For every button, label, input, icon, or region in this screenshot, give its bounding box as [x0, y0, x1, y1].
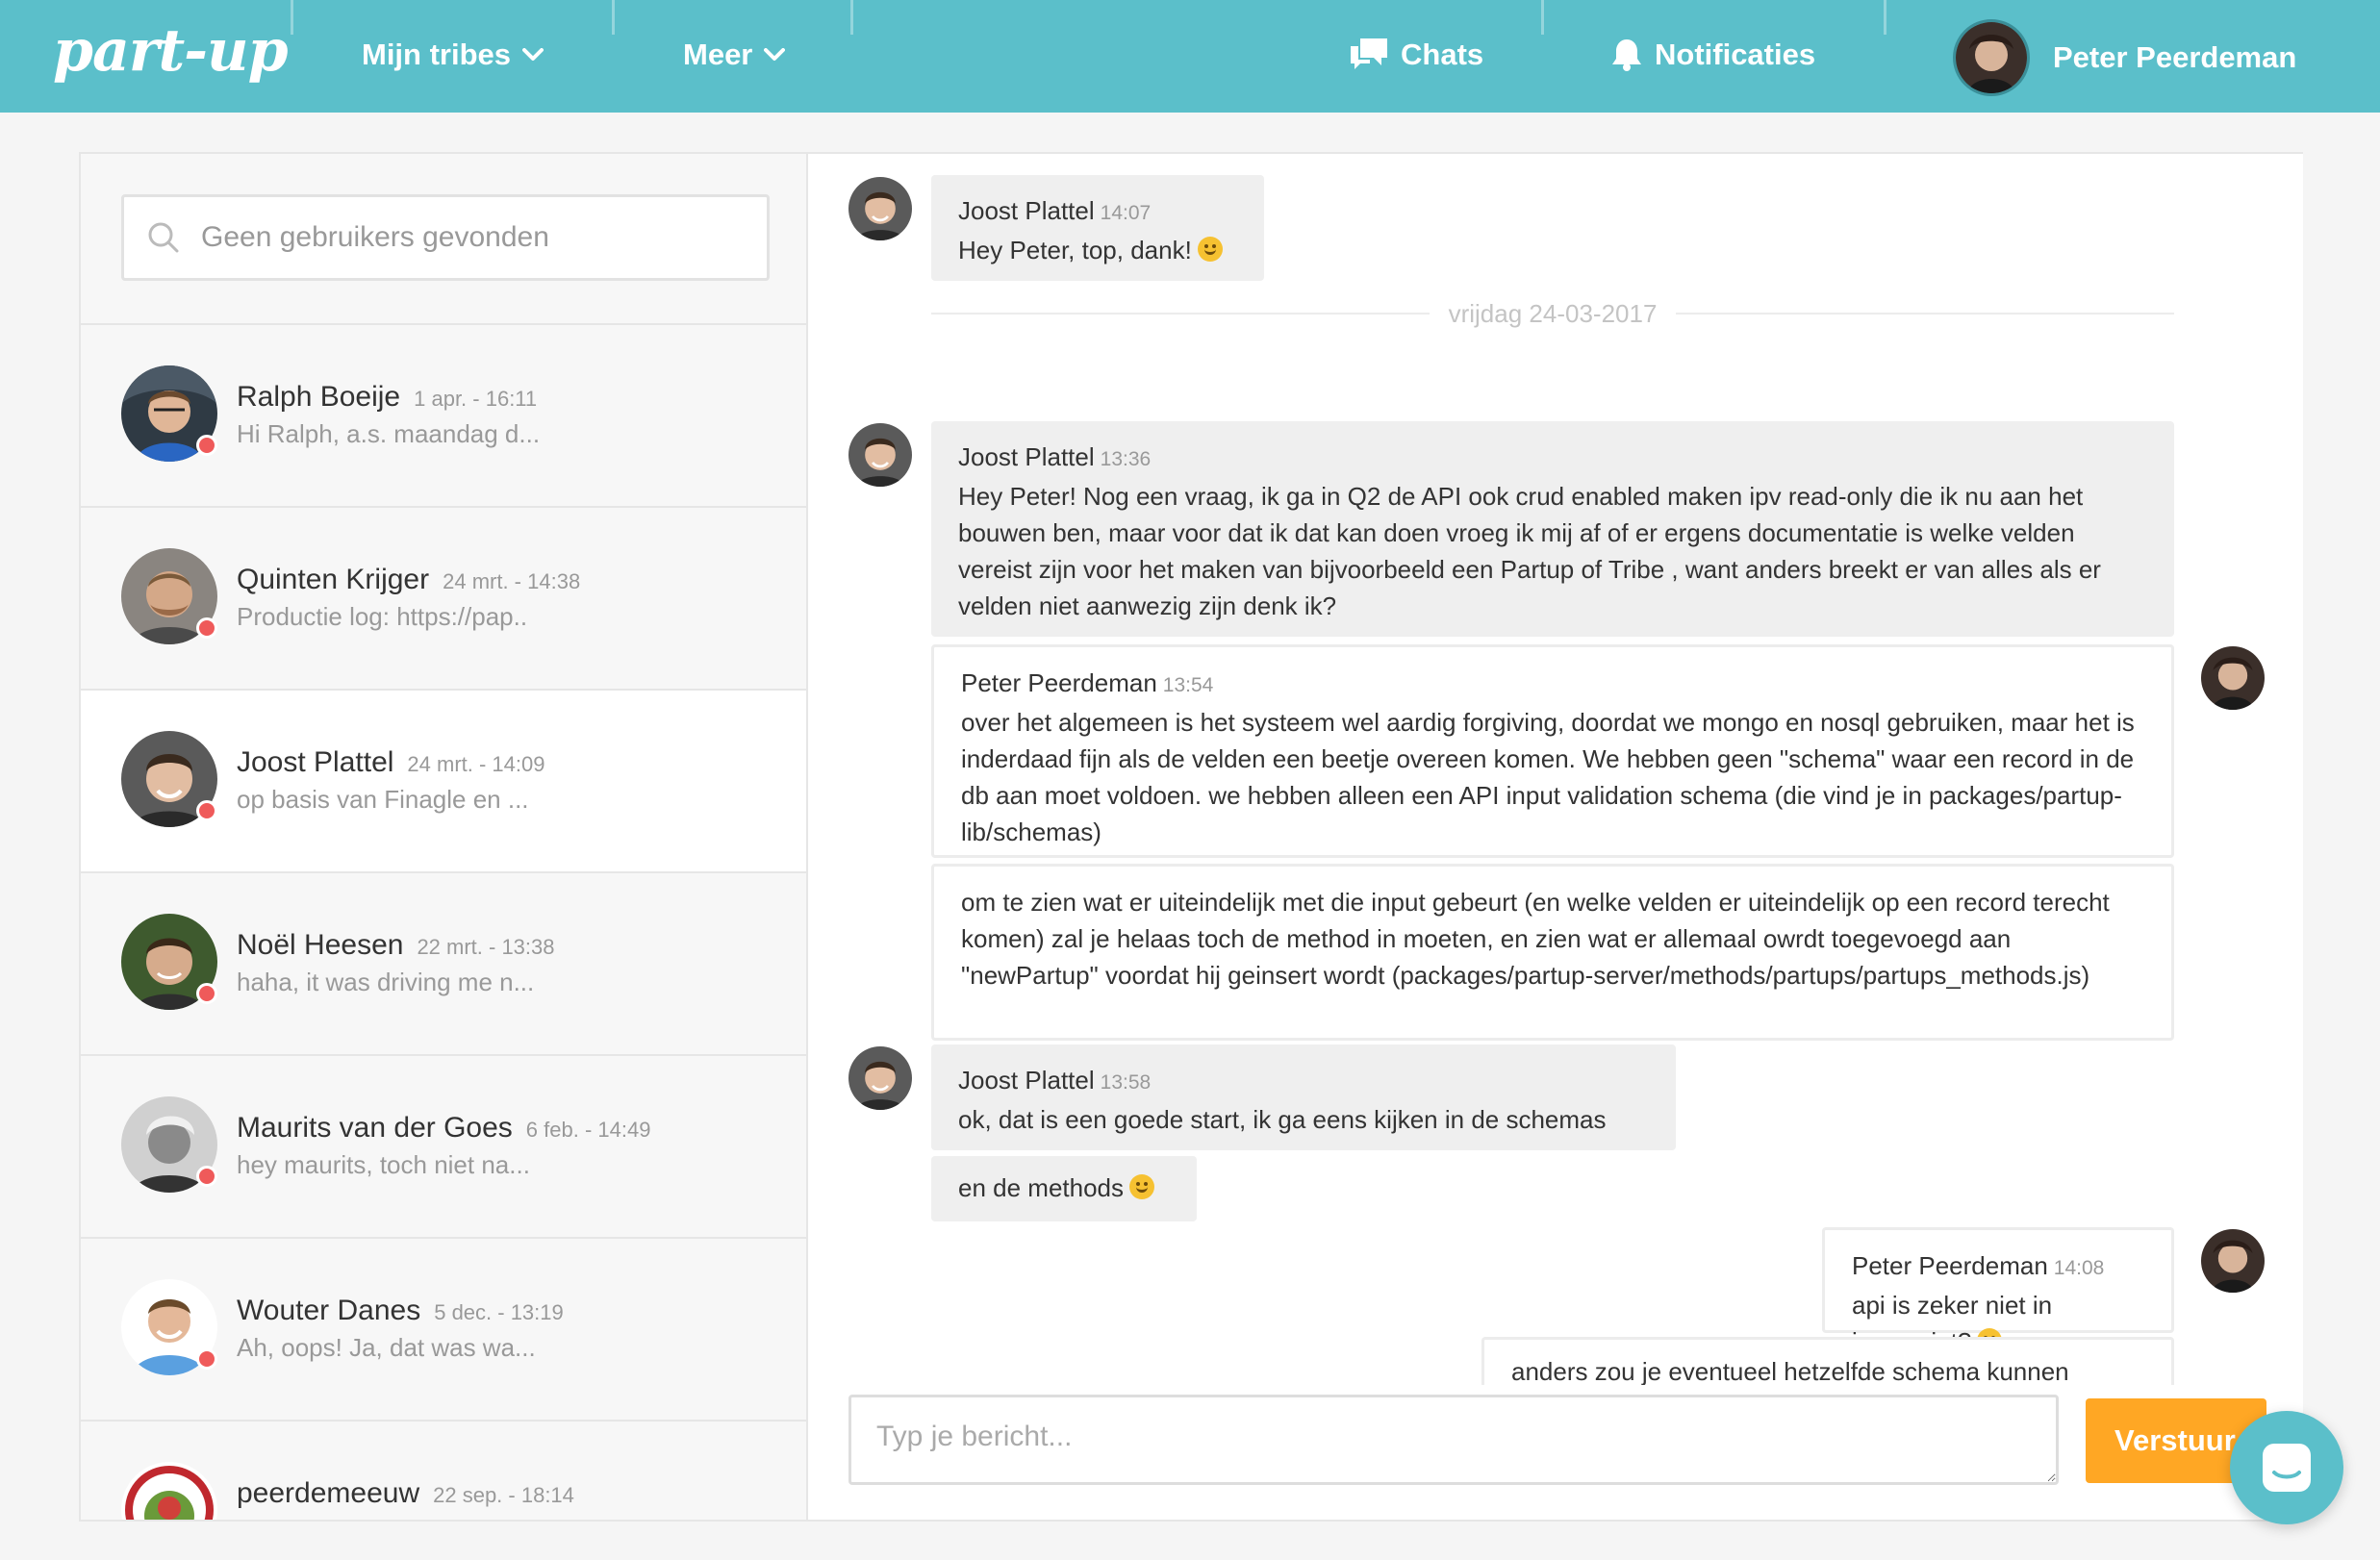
- joost-avatar: [848, 177, 912, 240]
- chevron-down-icon: [764, 48, 786, 61]
- online-status-dot: [196, 617, 217, 639]
- message-bubble-own: Peter Peerdeman 13:54 over het algemeen i…: [931, 644, 2174, 858]
- nav-divider: [1884, 0, 1886, 35]
- contact-name: peerdemeeuw: [237, 1477, 420, 1509]
- conversation-item-noel-heesen[interactable]: Noël Heesen 22 mrt. - 13:38 haha, it was …: [81, 873, 806, 1056]
- online-status-dot: [196, 1166, 217, 1187]
- message-time: 13:58: [1100, 1071, 1152, 1094]
- nav-chats-link[interactable]: Chats: [1349, 31, 1483, 79]
- message-time: 13:36: [1100, 448, 1152, 470]
- contact-preview: hey maurits, toch niet na...: [237, 1150, 530, 1179]
- smile-emoji-icon: [1129, 1174, 1155, 1199]
- conversation-item-ralph-boeije[interactable]: Ralph Boeije 1 apr. - 16:11 Hi Ralph, a.s…: [81, 325, 806, 508]
- nav-notifications-label: Notificaties: [1655, 38, 1816, 71]
- chat-bubbles-icon: [1351, 38, 1387, 69]
- user-avatar: [1953, 19, 2030, 96]
- message-text: Hey Peter, top, dank!: [958, 236, 1192, 264]
- online-status-dot: [196, 435, 217, 456]
- contact-avatar: [121, 1462, 217, 1520]
- contact-name: Quinten Krijger: [237, 564, 430, 595]
- chevron-down-icon: [522, 48, 544, 61]
- message-time: 14:08: [2053, 1257, 2105, 1279]
- message-sender: Peter Peerdeman: [961, 668, 1157, 697]
- peter-avatar: [2201, 1229, 2265, 1293]
- contact-preview: op basis van Finagle en ...: [237, 785, 529, 814]
- online-status-dot: [196, 1348, 217, 1370]
- contact-name: Noël Heesen: [237, 929, 404, 961]
- support-chat-launcher[interactable]: [2230, 1411, 2343, 1524]
- message-sender: Peter Peerdeman: [1852, 1251, 2048, 1280]
- search-users-input[interactable]: [201, 221, 740, 254]
- contact-time: 24 mrt. - 14:38: [443, 569, 581, 593]
- nav-user-menu[interactable]: Peter Peerdeman: [1953, 17, 2296, 98]
- nav-user-name: Peter Peerdeman: [2053, 40, 2297, 74]
- message-input[interactable]: [848, 1395, 2059, 1485]
- top-navigation: part-up Mijn tribes Meer Chats Notificat…: [0, 0, 2380, 113]
- message-time: 13:54: [1162, 674, 1214, 696]
- bell-icon: [1612, 39, 1641, 71]
- message-bubble-own: om te zien wat er uiteindelijk met die i…: [931, 864, 2174, 1041]
- message-bubble: Joost Plattel 13:36 Hey Peter! Nog een vr…: [931, 421, 2174, 637]
- nav-my-tribes-label: Mijn tribes: [362, 38, 512, 71]
- message-text: en de methods: [958, 1173, 1125, 1202]
- message-text: over het algemeen is het systeem wel aar…: [961, 708, 2135, 846]
- conversation-item-maurits-van-der-goes[interactable]: Maurits van der Goes 6 feb. - 14:49 hey m…: [81, 1056, 806, 1239]
- conversation-item-wouter-danes[interactable]: Wouter Danes 5 dec. - 13:19 Ah, oops! Ja,…: [81, 1239, 806, 1422]
- contact-time: 24 mrt. - 14:09: [407, 752, 545, 776]
- message-bubble: Joost Plattel 13:58 ok, dat is een goede …: [931, 1044, 1676, 1150]
- contact-preview: haha, it was driving me n...: [237, 968, 535, 996]
- message-text: ok, dat is een goede start, ik ga eens k…: [958, 1105, 1607, 1134]
- online-status-dot: [196, 800, 217, 821]
- contact-preview: Productie log: https://pap..: [237, 602, 528, 631]
- online-status-dot: [196, 983, 217, 1004]
- joost-avatar: [848, 423, 912, 487]
- nav-divider: [291, 0, 293, 35]
- search-box[interactable]: [121, 194, 770, 281]
- contact-time: 5 dec. - 13:19: [434, 1300, 564, 1324]
- message-bubble-own: Peter Peerdeman 14:08 api is zeker niet i…: [1822, 1227, 2174, 1356]
- contact-time: 1 apr. - 16:11: [414, 387, 538, 411]
- contact-name: Maurits van der Goes: [237, 1112, 513, 1144]
- conversation-list: Ralph Boeije 1 apr. - 16:11 Hi Ralph, a.s…: [81, 154, 808, 1520]
- contact-name: Ralph Boeije: [237, 381, 401, 413]
- nav-notifications-link[interactable]: Notificaties: [1610, 31, 1815, 79]
- conversation-item-peerdemeeuw[interactable]: peerdemeeuw 22 sep. - 18:14: [81, 1422, 806, 1520]
- search-area: [81, 154, 806, 325]
- conversation-item-quinten-krijger[interactable]: Quinten Krijger 24 mrt. - 14:38 Productie…: [81, 508, 806, 691]
- contact-name: Joost Plattel: [237, 746, 394, 778]
- chat-panel: Ralph Boeije 1 apr. - 16:11 Hi Ralph, a.s…: [79, 152, 2303, 1522]
- peter-avatar: [2201, 646, 2265, 710]
- nav-divider: [1541, 0, 1544, 35]
- partup-logo[interactable]: part-up: [53, 17, 289, 85]
- message-text: om te zien wat er uiteindelijk met die i…: [961, 888, 2110, 990]
- contact-name: Wouter Danes: [237, 1295, 421, 1326]
- message-composer: Verstuur: [808, 1385, 2303, 1520]
- message-sender: Joost Plattel: [958, 196, 1095, 225]
- search-icon: [148, 222, 179, 253]
- message-thread: Joost Plattel 14:07 Hey Peter, top, dank!…: [808, 154, 2303, 1520]
- day-separator: vrijdag 24-03-2017: [931, 294, 2174, 333]
- joost-avatar: [848, 1046, 912, 1110]
- contact-time: 22 sep. - 18:14: [433, 1483, 574, 1507]
- day-separator-label: vrijdag 24-03-2017: [1448, 298, 1658, 328]
- message-sender: Joost Plattel: [958, 442, 1095, 471]
- contact-time: 6 feb. - 14:49: [525, 1118, 651, 1142]
- nav-chats-label: Chats: [1401, 38, 1484, 71]
- conversation-item-joost-plattel[interactable]: Joost Plattel 24 mrt. - 14:09 op basis va…: [81, 691, 806, 873]
- nav-my-tribes-dropdown[interactable]: Mijn tribes: [362, 31, 544, 79]
- message-bubble: Joost Plattel 14:07 Hey Peter, top, dank!: [931, 175, 1264, 281]
- message-bubble: en de methods: [931, 1156, 1197, 1221]
- contact-preview: Ah, oops! Ja, dat was wa...: [237, 1333, 536, 1362]
- contact-time: 22 mrt. - 13:38: [417, 935, 555, 959]
- message-text: Hey Peter! Nog een vraag, ik ga in Q2 de…: [958, 482, 2101, 620]
- message-time: 14:07: [1100, 202, 1152, 224]
- nav-divider: [850, 0, 853, 35]
- smile-emoji-icon: [1197, 237, 1223, 262]
- nav-more-dropdown[interactable]: Meer: [683, 31, 786, 79]
- nav-more-label: Meer: [683, 38, 753, 71]
- contact-preview: Hi Ralph, a.s. maandag d...: [237, 419, 541, 448]
- chat-launcher-icon: [2263, 1444, 2311, 1492]
- message-sender: Joost Plattel: [958, 1066, 1095, 1095]
- nav-divider: [612, 0, 615, 35]
